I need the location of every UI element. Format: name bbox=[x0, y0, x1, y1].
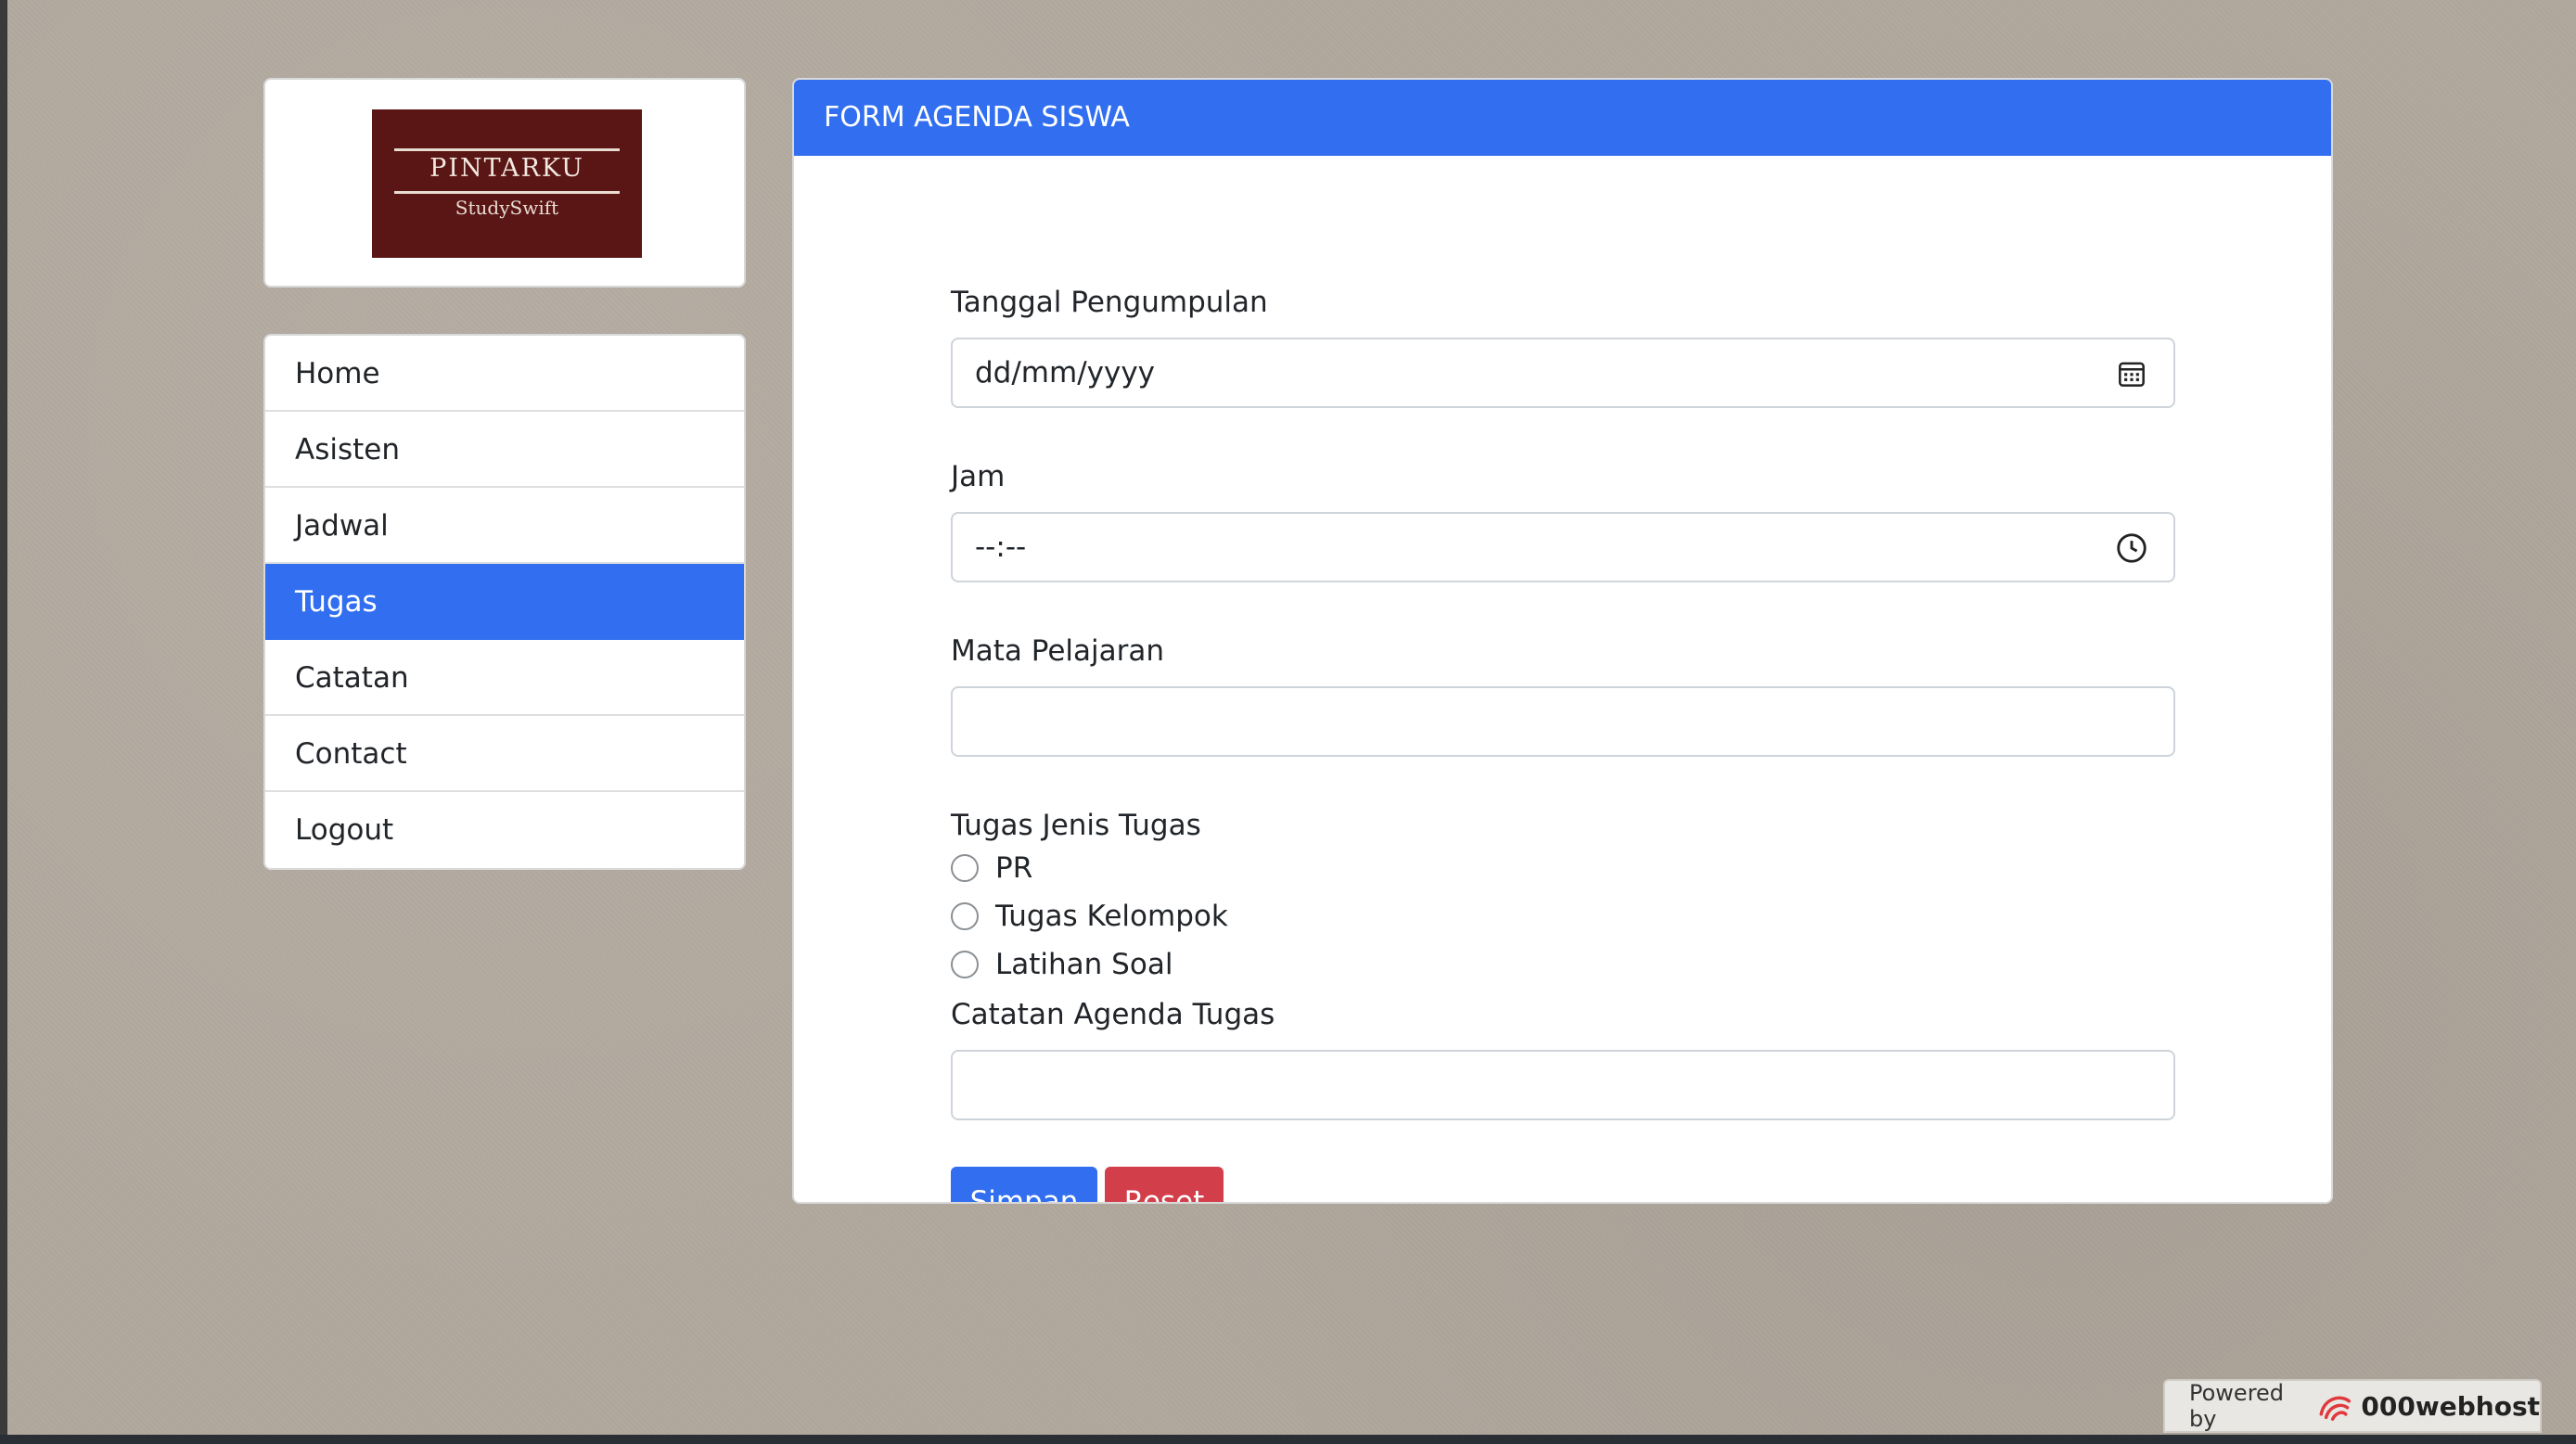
sidebar-item-tugas[interactable]: Tugas bbox=[265, 564, 744, 640]
logo-rule-top bbox=[394, 148, 620, 151]
calendar-icon[interactable] bbox=[2114, 356, 2149, 391]
window-bottom-edge bbox=[0, 1435, 2576, 1444]
window-edge bbox=[0, 0, 7, 1444]
time-label: Jam bbox=[951, 460, 1006, 493]
radio-option-latihan-soal[interactable]: Latihan Soal bbox=[951, 946, 1173, 983]
notes-label: Catatan Agenda Tugas bbox=[951, 998, 1275, 1031]
logo-card: PINTARKU StudySwift bbox=[263, 78, 746, 288]
save-button[interactable]: Simpan bbox=[951, 1167, 1097, 1202]
radio-option-pr[interactable]: PR bbox=[951, 850, 1032, 887]
logo-title: PINTARKU bbox=[429, 154, 584, 183]
subject-input[interactable] bbox=[951, 686, 2175, 757]
radio-label: Tugas Kelompok bbox=[995, 900, 1228, 933]
agenda-form-card: FORM AGENDA SISWA Tanggal Pengumpulan dd… bbox=[792, 78, 2333, 1204]
time-input[interactable]: --:-- bbox=[951, 512, 2175, 582]
powered-by-brand: 000webhost bbox=[2361, 1390, 2540, 1422]
date-input[interactable]: dd/mm/yyyy bbox=[951, 338, 2175, 408]
sidebar-item-home[interactable]: Home bbox=[265, 336, 744, 412]
time-placeholder: --:-- bbox=[975, 530, 1027, 564]
logo[interactable]: PINTARKU StudySwift bbox=[372, 109, 642, 258]
sidebar-item-catatan[interactable]: Catatan bbox=[265, 640, 744, 716]
radio-button[interactable] bbox=[951, 854, 979, 882]
radio-label: PR bbox=[995, 851, 1033, 885]
reset-button[interactable]: Reset bbox=[1105, 1167, 1224, 1202]
radio-label: Latihan Soal bbox=[995, 948, 1173, 981]
powered-by-badge[interactable]: Powered by 000webhost bbox=[2163, 1379, 2542, 1433]
powered-by-text: Powered by bbox=[2189, 1380, 2285, 1432]
radio-button[interactable] bbox=[951, 902, 979, 930]
sidebar-item-asisten[interactable]: Asisten bbox=[265, 412, 744, 488]
radio-button[interactable] bbox=[951, 951, 979, 978]
sidebar-nav: Home Asisten Jadwal Tugas Catatan Contac… bbox=[263, 334, 746, 870]
subject-label: Mata Pelajaran bbox=[951, 634, 1165, 668]
clock-icon[interactable] bbox=[2114, 530, 2149, 566]
task-type-label: Tugas Jenis Tugas bbox=[951, 809, 1201, 842]
form-header: FORM AGENDA SISWA bbox=[794, 80, 2331, 156]
radio-option-tugas-kelompok[interactable]: Tugas Kelompok bbox=[951, 898, 1228, 935]
date-label: Tanggal Pengumpulan bbox=[951, 286, 1268, 319]
sidebar-item-logout[interactable]: Logout bbox=[265, 792, 744, 868]
logo-subtitle: StudySwift bbox=[455, 197, 559, 219]
logo-rule-bottom bbox=[394, 191, 620, 194]
sidebar-item-jadwal[interactable]: Jadwal bbox=[265, 488, 744, 564]
notes-input[interactable] bbox=[951, 1050, 2175, 1120]
date-placeholder: dd/mm/yyyy bbox=[975, 356, 1156, 390]
webhost-logo-icon bbox=[2319, 1396, 2351, 1421]
sidebar-item-contact[interactable]: Contact bbox=[265, 716, 744, 792]
